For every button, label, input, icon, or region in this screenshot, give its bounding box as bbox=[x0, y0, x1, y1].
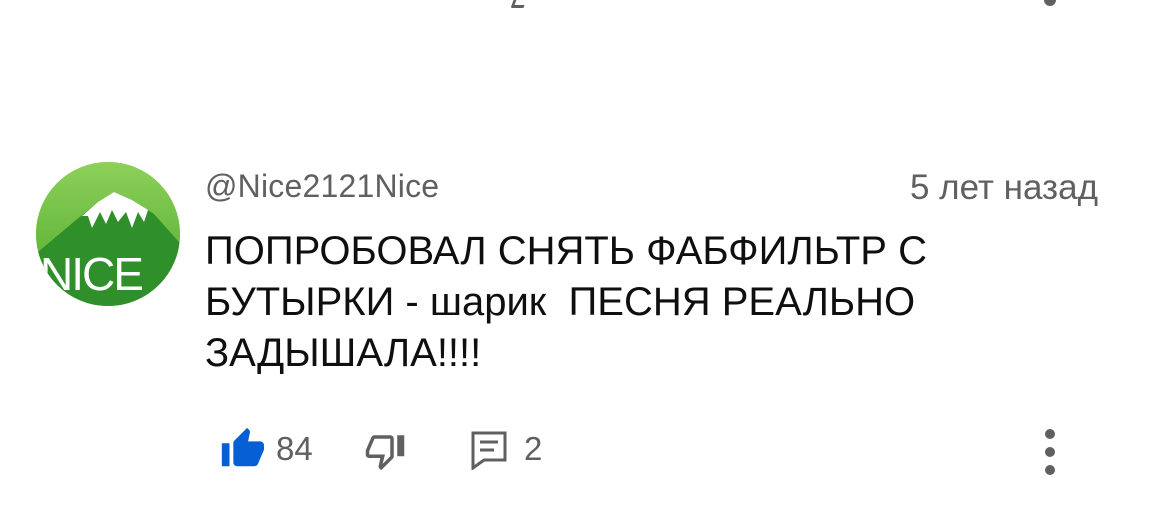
comment-author[interactable]: @Nice2121Nice bbox=[205, 168, 439, 205]
comment-timestamp[interactable]: 5 лет назад bbox=[910, 168, 1098, 208]
comment-actions: 84 2 bbox=[0, 418, 1170, 488]
avatar-logo-text: NICE bbox=[40, 248, 142, 300]
reply-comment-icon bbox=[471, 431, 507, 471]
like-count: 84 bbox=[276, 430, 313, 467]
dislike-button[interactable] bbox=[364, 430, 406, 472]
comment-text: ПОПРОБОВАЛ СНЯТЬ ФАБФИЛЬТР С БУТЫРКИ - ш… bbox=[205, 229, 939, 375]
more-vert-icon bbox=[1045, 429, 1055, 475]
reply-button[interactable] bbox=[470, 430, 508, 471]
thumbs-up-icon bbox=[221, 427, 264, 467]
avatar-image: NICE bbox=[36, 162, 180, 306]
more-options-button[interactable] bbox=[1036, 424, 1064, 480]
like-button[interactable] bbox=[218, 426, 264, 472]
comment-thread: NICE @Nice2121Nice 5 лет назад ПОПРОБОВА… bbox=[0, 0, 1170, 529]
thumbs-down-icon bbox=[365, 435, 405, 471]
avatar[interactable]: NICE bbox=[36, 162, 180, 306]
reply-count[interactable]: 2 bbox=[524, 430, 542, 468]
